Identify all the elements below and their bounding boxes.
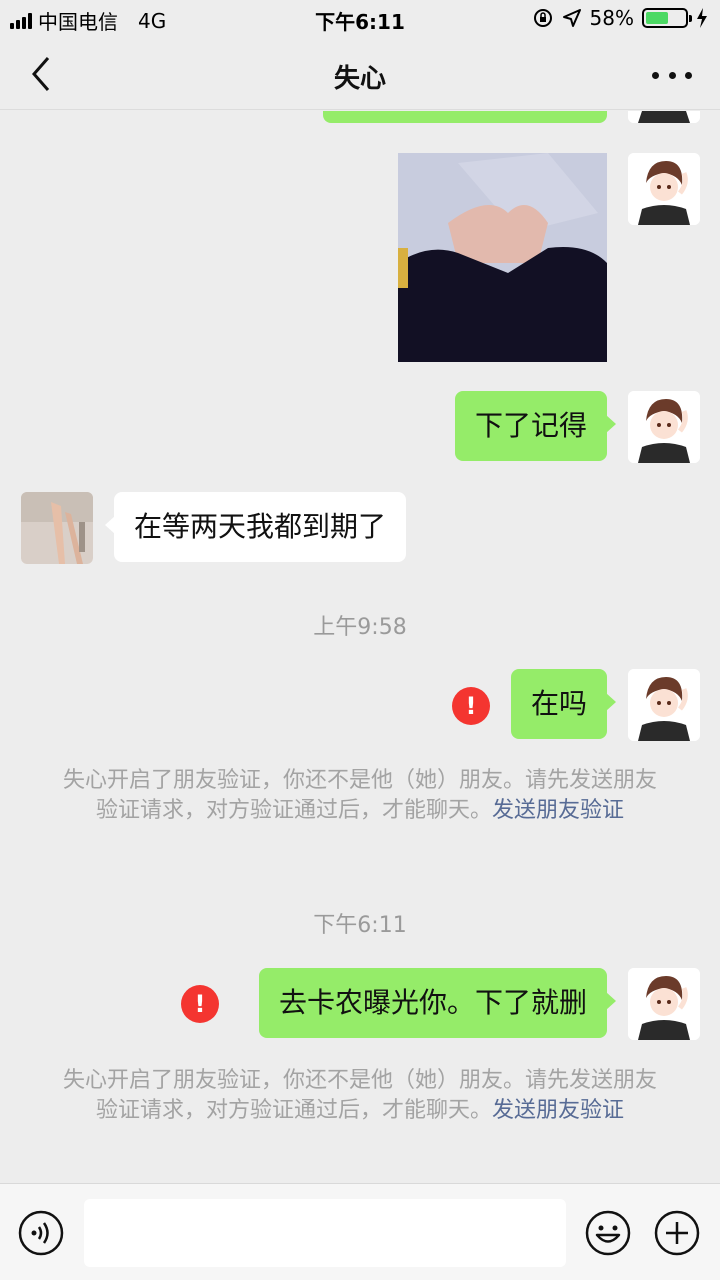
voice-button[interactable] [18,1210,64,1256]
input-bar [0,1183,720,1280]
send-verification-link[interactable]: 发送朋友验证 [492,798,624,823]
send-failed-icon[interactable]: ! [181,985,219,1023]
avatar-self[interactable] [628,968,700,1040]
system-notice: 失心开启了朋友验证，你还不是他（她）朋友。请先发送朋友验证请求，对方验证通过后，… [60,766,660,826]
message-bubble[interactable]: 去卡农曝光你。下了就删 [258,968,617,1038]
more-functions-button[interactable] [654,1210,700,1256]
send-verification-link[interactable]: 发送朋友验证 [492,1098,624,1123]
timestamp: 下午6:11 [313,913,407,938]
rotation-lock-icon [533,9,552,27]
location-icon [562,9,581,27]
more-button[interactable] [652,60,692,90]
avatar-contact[interactable] [21,492,93,564]
message-input[interactable] [84,1199,566,1267]
plus-icon [654,1210,700,1256]
message-bubble-partial[interactable] [323,111,607,123]
emoji-button[interactable] [585,1210,631,1256]
page-title: 失心 [333,64,386,94]
system-notice: 失心开启了朋友验证，你还不是他（她）朋友。请先发送朋友验证请求，对方验证通过后，… [60,1066,660,1126]
emoji-icon [585,1210,631,1256]
message-bubble[interactable]: 下了记得 [454,391,617,461]
timestamp: 上午9:58 [313,615,407,640]
charging-icon [697,8,707,28]
message-bubble[interactable]: 在吗 [510,669,617,739]
chat-area[interactable]: 下了记得 在等两天我都到期了 上午9:58 ! 在吗 失心开启了朋友验证，你还不… [0,111,720,1183]
status-right: 58% [532,6,708,30]
message-bubble[interactable]: 在等两天我都到期了 [104,492,407,562]
avatar-self[interactable] [628,153,700,225]
more-dots-icon [652,71,692,79]
avatar-self[interactable] [628,669,700,741]
message-image[interactable] [398,153,607,362]
battery-percent: 58% [589,6,634,30]
battery-icon [642,8,692,28]
avatar-self-partial[interactable] [628,111,700,123]
avatar-self[interactable] [628,391,700,463]
status-bar: 中国电信 4G 下午6:11 58% [0,0,720,38]
nav-bar: 失心 [0,38,720,110]
voice-icon [18,1210,64,1256]
send-failed-icon[interactable]: ! [452,687,490,725]
